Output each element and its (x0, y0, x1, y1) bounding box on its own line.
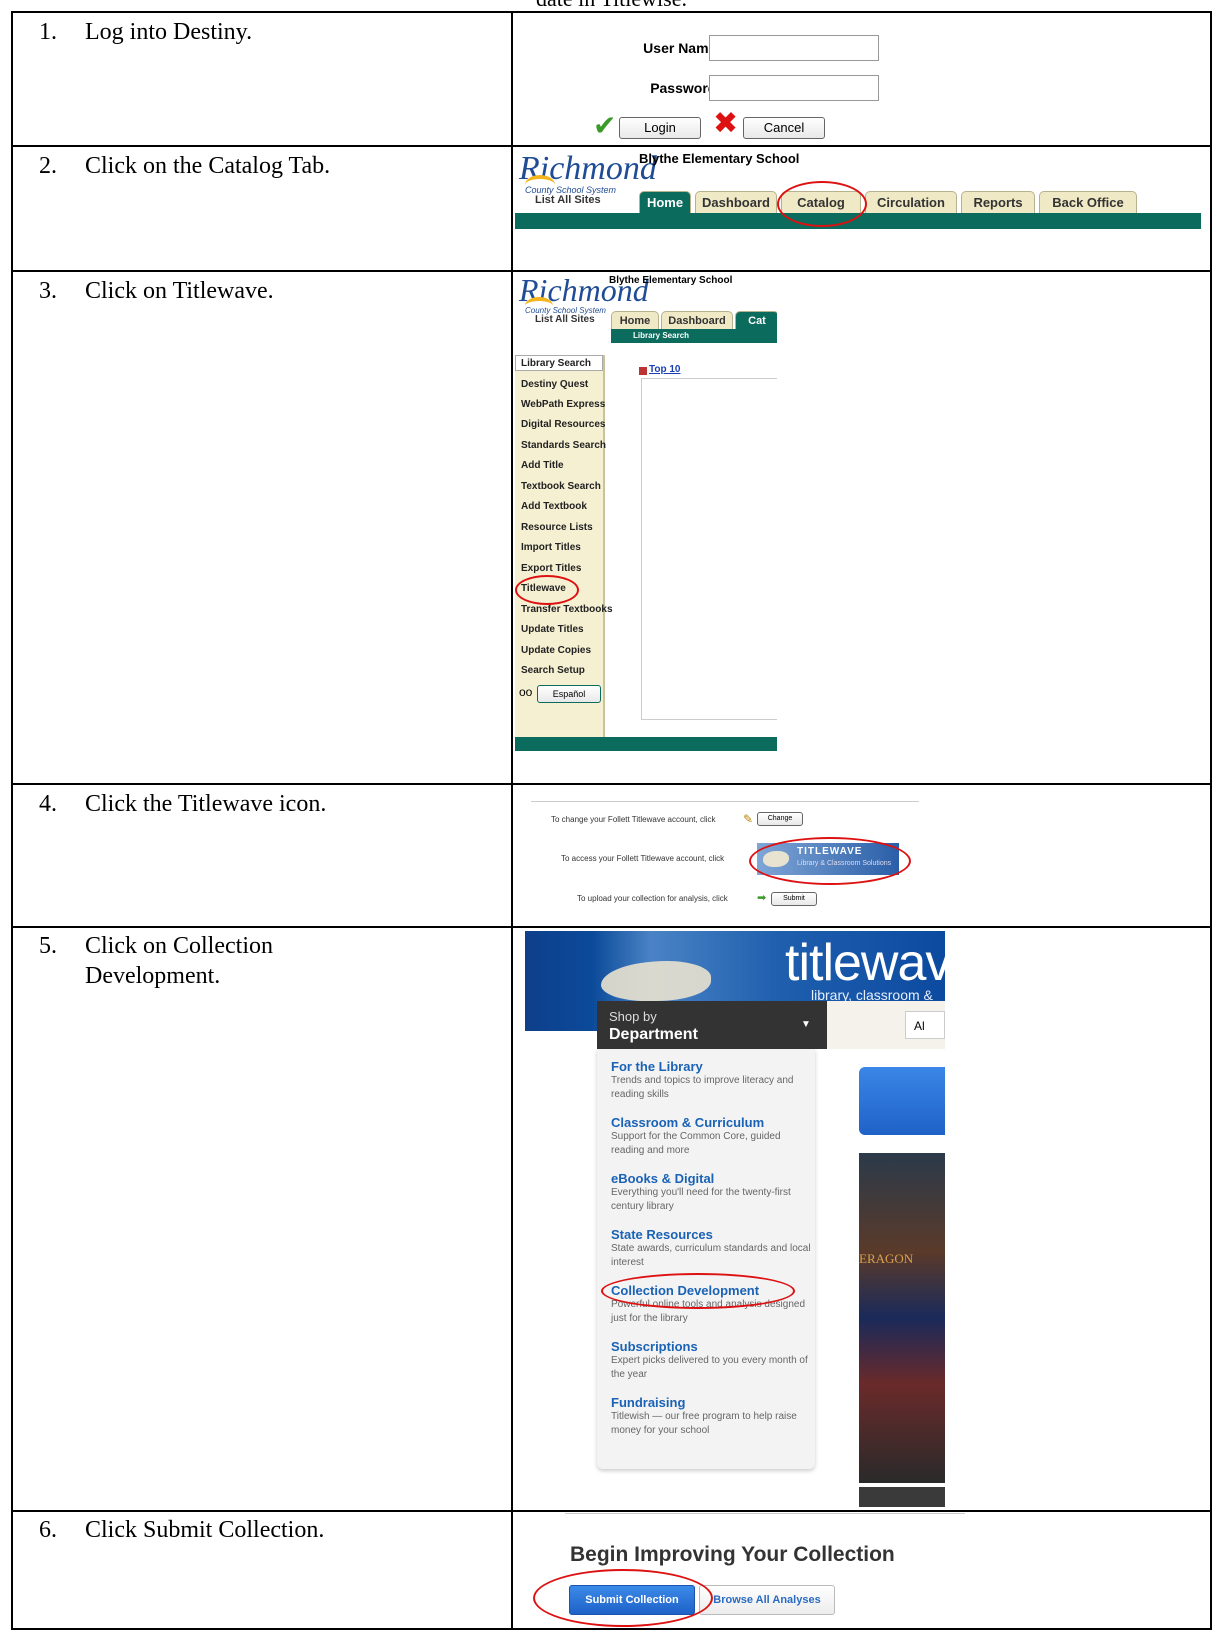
espanol-button[interactable]: Español (537, 685, 601, 703)
divider (531, 801, 919, 802)
dept-ebooks-digital[interactable]: eBooks & Digital Everything you'll need … (611, 1171, 811, 1214)
highlight-circle (515, 575, 579, 605)
footer-bar (515, 737, 777, 751)
shop-by-label: Shop by (609, 1009, 657, 1024)
menu-webpath-express[interactable]: WebPath Express (521, 399, 605, 410)
dept-state-resources[interactable]: State Resources State awards, curriculum… (611, 1227, 811, 1270)
library-search-subheader: Library Search (611, 329, 777, 343)
top10-link[interactable]: Top 10 (649, 364, 680, 375)
book-cover-strip (859, 1487, 945, 1507)
school-name: Blythe Elementary School (639, 151, 800, 166)
row-divider (11, 926, 1212, 928)
book-covers-grid (859, 1153, 945, 1483)
tab-catalog[interactable]: Cat (735, 311, 777, 330)
collection-heading: Begin Improving Your Collection (570, 1543, 895, 1566)
username-input[interactable] (709, 35, 879, 61)
change-button[interactable]: Change (757, 812, 803, 826)
access-account-text: To access your Follett Titlewave account… (561, 854, 725, 863)
tab-dashboard[interactable]: Dashboard (661, 311, 733, 330)
menu-import-titles[interactable]: Import Titles (521, 542, 581, 553)
menu-library-search[interactable]: Library Search (521, 358, 591, 369)
login-button[interactable]: Login (619, 117, 701, 139)
username-label: User Name: (643, 40, 721, 56)
step-1: 1. Log into Destiny. (39, 19, 253, 45)
column-divider (511, 11, 513, 1630)
tab-back-office[interactable]: Back Office (1039, 191, 1137, 214)
tab-circulation[interactable]: Circulation (865, 191, 957, 214)
login-screenshot: User Name: Password: ✔ Login ✖ Cancel (521, 17, 921, 142)
menu-standards-search[interactable]: Standards Search (521, 440, 606, 451)
steps-table: 1. Log into Destiny. 2. Click on the Catal… (11, 11, 1212, 1630)
glasses-icon: oo (519, 685, 533, 699)
menu-export-titles[interactable]: Export Titles (521, 563, 581, 574)
menu-textbook-search[interactable]: Textbook Search (521, 481, 601, 492)
book-cover-label: ERAGON (859, 1251, 914, 1266)
menu-digital-resources[interactable]: Digital Resources (521, 419, 605, 430)
highlight-circle (533, 1569, 713, 1627)
top10-icon (639, 367, 647, 375)
divider (565, 1513, 965, 1514)
password-label: Password: (650, 80, 721, 96)
table-border-top (11, 11, 1212, 13)
school-name: Blythe Elementary School (609, 275, 733, 286)
search-input[interactable]: Al (905, 1011, 945, 1039)
menu-add-title[interactable]: Add Title (521, 460, 564, 471)
caret-down-icon: ▼ (801, 1019, 811, 1030)
content-panel (641, 378, 777, 720)
dept-fundraising[interactable]: Fundraising Titlewish — our free program… (611, 1395, 811, 1438)
submit-button[interactable]: Submit (771, 892, 817, 906)
dept-for-the-library[interactable]: For the Library Trends and topics to imp… (611, 1059, 811, 1102)
pencil-icon: ✎ (743, 812, 754, 826)
arrow-icon: ➡ (757, 892, 767, 904)
menu-destiny-quest[interactable]: Destiny Quest (521, 379, 588, 390)
menu-update-titles[interactable]: Update Titles (521, 624, 584, 635)
shop-by-department-button[interactable]: Shop by Department ▼ (597, 1001, 827, 1049)
cancel-button[interactable]: Cancel (743, 117, 825, 139)
menu-resource-lists[interactable]: Resource Lists (521, 522, 593, 533)
row-divider (11, 783, 1212, 785)
step-4: 4. Click the Titlewave icon. (39, 791, 327, 817)
step-6: 6. Click Submit Collection. (39, 1517, 325, 1543)
highlight-circle (777, 181, 867, 227)
tab-reports[interactable]: Reports (961, 191, 1035, 214)
submit-collection-screenshot: Begin Improving Your Collection Submit C… (525, 1513, 965, 1627)
row-divider (11, 270, 1212, 272)
list-all-sites-link[interactable]: List All Sites (535, 314, 595, 325)
follett-account-screenshot: To change your Follett Titlewave account… (531, 801, 921, 909)
row-divider (11, 145, 1212, 147)
tab-home[interactable]: Home (639, 191, 691, 214)
change-account-text: To change your Follett Titlewave account… (551, 815, 716, 824)
check-icon: ✔ (593, 110, 617, 141)
browse-analyses-button[interactable]: Browse All Analyses (699, 1585, 835, 1615)
cancel-x-icon: ✖ (713, 107, 739, 140)
highlight-circle (749, 837, 911, 885)
titlewave-brand: titlewave.c (785, 934, 945, 992)
row-divider (11, 1510, 1212, 1512)
table-border-left (11, 11, 13, 1630)
tab-home[interactable]: Home (611, 311, 659, 330)
titlewave-home-screenshot: titlewave.c library, classroom & digital… (525, 931, 945, 1507)
destiny-menu-screenshot: Richmond County School System List All S… (515, 273, 777, 781)
dept-subscriptions[interactable]: Subscriptions Expert picks delivered to … (611, 1339, 811, 1382)
step-2: 2. Click on the Catalog Tab. (39, 153, 331, 179)
menu-update-copies[interactable]: Update Copies (521, 645, 591, 656)
menu-add-textbook[interactable]: Add Textbook (521, 501, 587, 512)
step-3: 3. Click on Titlewave. (39, 278, 274, 304)
table-border-right (1210, 11, 1212, 1630)
destiny-tabs-screenshot: Richmond County School System List All S… (515, 149, 1205, 249)
tab-dashboard[interactable]: Dashboard (695, 191, 777, 214)
menu-search-setup[interactable]: Search Setup (521, 665, 585, 676)
upload-collection-text: To upload your collection for analysis, … (577, 894, 728, 903)
dept-classroom-curriculum[interactable]: Classroom & Curriculum Support for the C… (611, 1115, 811, 1158)
table-border-bottom (11, 1628, 1212, 1630)
highlight-circle (601, 1273, 795, 1309)
password-input[interactable] (709, 75, 879, 101)
promo-button[interactable] (859, 1067, 945, 1135)
menu-transfer-textbooks[interactable]: Transfer Textbooks (521, 604, 613, 615)
step-5: 5. Click on Collection Development. (39, 933, 273, 989)
list-all-sites-link[interactable]: List All Sites (535, 194, 601, 206)
department-label: Department (609, 1026, 698, 1043)
